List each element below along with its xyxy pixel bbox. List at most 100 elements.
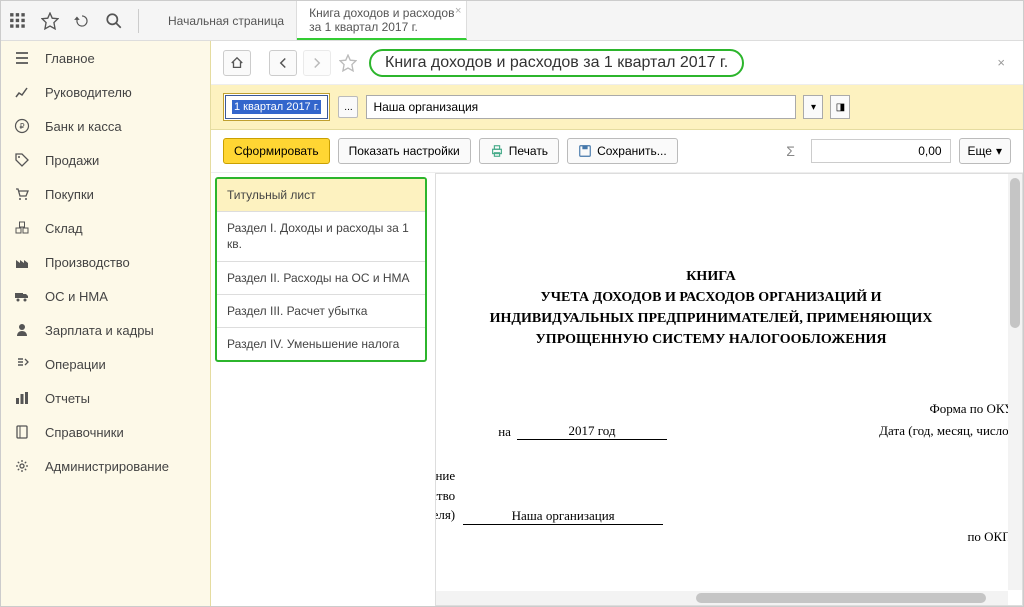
content-area: Титульный лист Раздел I. Доходы и расход… xyxy=(211,173,1023,606)
period-picker-button[interactable]: ... xyxy=(338,96,358,118)
toc-item-section1[interactable]: Раздел I. Доходы и расходы за 1 кв. xyxy=(217,212,425,261)
ref-line: Ро xyxy=(435,210,1023,226)
boxes-icon xyxy=(13,219,31,237)
sidebar-item-warehouse[interactable]: Склад xyxy=(1,211,210,245)
document: к Приказу Ми Ро КНИГА УЧЕТА ДОХОДОВ И РА… xyxy=(435,174,1023,567)
cart-icon xyxy=(13,185,31,203)
toc-item-section3[interactable]: Раздел III. Расчет убытка xyxy=(217,295,425,328)
search-icon[interactable] xyxy=(102,9,126,33)
filter-bar: 1 квартал 2017 г. ... Наша организация ▾… xyxy=(211,85,1023,130)
toc-item-section4[interactable]: Раздел IV. Уменьшение налога xyxy=(217,328,425,360)
save-label: Сохранить... xyxy=(597,144,667,158)
sigma-icon: Σ xyxy=(779,143,803,159)
vertical-scrollbar[interactable] xyxy=(1008,174,1022,590)
page-title: Книга доходов и расходов за 1 квартал 20… xyxy=(369,49,744,77)
sidebar-item-admin[interactable]: Администрирование xyxy=(1,449,210,483)
history-icon[interactable] xyxy=(70,9,94,33)
home-button[interactable] xyxy=(223,50,251,76)
year-field: 2017 год xyxy=(517,423,667,440)
sidebar-item-payroll[interactable]: Зарплата и кадры xyxy=(1,313,210,347)
sidebar-item-label: Зарплата и кадры xyxy=(45,323,154,338)
sidebar: Главное Руководителю ₽ Банк и касса Прода… xyxy=(1,41,211,606)
close-icon[interactable]: × xyxy=(455,5,461,17)
main: Книга доходов и расходов за 1 квартал 20… xyxy=(211,41,1023,606)
sidebar-item-label: Отчеты xyxy=(45,391,90,406)
more-button[interactable]: Еще▾ xyxy=(959,138,1011,164)
print-button[interactable]: Печать xyxy=(479,138,559,164)
show-settings-button[interactable]: Показать настройки xyxy=(338,138,471,164)
action-bar: Сформировать Показать настройки Печать С… xyxy=(211,130,1023,173)
gear-icon xyxy=(13,457,31,475)
sidebar-item-operations[interactable]: Операции xyxy=(1,347,210,381)
menu-icon xyxy=(13,49,31,67)
save-button[interactable]: Сохранить... xyxy=(567,138,678,164)
document-viewport: к Приказу Ми Ро КНИГА УЧЕТА ДОХОДОВ И РА… xyxy=(435,173,1023,606)
subtitle: УПРОЩЕННУЮ СИСТЕМУ НАЛОГООБЛОЖЕНИЯ xyxy=(435,329,1023,350)
sidebar-item-assets[interactable]: ОС и НМА xyxy=(1,279,210,313)
tab-label: Книга доходов и расходов xyxy=(309,6,454,20)
sidebar-item-references[interactable]: Справочники xyxy=(1,415,210,449)
reference-text: к Приказу Ми Ро xyxy=(435,194,1023,226)
sidebar-item-label: Банк и касса xyxy=(45,119,122,134)
sidebar-item-main[interactable]: Главное xyxy=(1,41,210,75)
more-label: Еще xyxy=(968,144,992,158)
subtitle: ИНДИВИДУАЛЬНЫХ ПРЕДПРИНИМАТЕЛЕЙ, ПРИМЕНЯ… xyxy=(435,308,1023,329)
person-icon xyxy=(13,321,31,339)
year-prefix: на xyxy=(498,424,511,440)
tab-label: за 1 квартал 2017 г. xyxy=(309,20,454,34)
back-button[interactable] xyxy=(269,50,297,76)
header-row: Книга доходов и расходов за 1 квартал 20… xyxy=(211,41,1023,85)
sidebar-item-label: Производство xyxy=(45,255,130,270)
sidebar-item-label: Администрирование xyxy=(45,459,169,474)
sidebar-item-bank[interactable]: ₽ Банк и касса xyxy=(1,109,210,143)
ref-line: к Приказу Ми xyxy=(435,194,1023,210)
sidebar-item-label: Руководителю xyxy=(45,85,132,100)
sidebar-item-label: Справочники xyxy=(45,425,124,440)
apps-icon[interactable] xyxy=(6,9,30,33)
sidebar-item-label: ОС и НМА xyxy=(45,289,108,304)
sum-display: 0,00 xyxy=(811,139,951,163)
sidebar-item-label: Продажи xyxy=(45,153,99,168)
toc: Титульный лист Раздел I. Доходы и расход… xyxy=(215,177,427,362)
period-value: 1 квартал 2017 г. xyxy=(232,100,321,114)
print-label: Печать xyxy=(509,144,548,158)
factory-icon xyxy=(13,253,31,271)
sidebar-item-label: Покупки xyxy=(45,187,94,202)
toc-item-section2[interactable]: Раздел II. Расходы на ОС и НМА xyxy=(217,262,425,295)
svg-text:₽: ₽ xyxy=(19,122,24,131)
period-input[interactable]: 1 квартал 2017 г. xyxy=(225,95,328,119)
operations-icon xyxy=(13,355,31,373)
subtitle: УЧЕТА ДОХОДОВ И РАСХОДОВ ОРГАНИЗАЦИЙ И xyxy=(435,287,1023,308)
close-icon[interactable]: × xyxy=(991,55,1011,70)
taxpayer-labels: ательщик (наименование ии/фамилия, имя, … xyxy=(435,466,455,525)
heading: КНИГА xyxy=(435,266,1023,287)
form-button[interactable]: Сформировать xyxy=(223,138,330,164)
date-label: Дата (год, месяц, число) xyxy=(879,423,1013,439)
tab-label: Начальная страница xyxy=(168,14,284,28)
favorite-icon[interactable] xyxy=(337,52,359,74)
open-icon[interactable]: ◨ xyxy=(830,95,850,119)
dropdown-icon[interactable]: ▾ xyxy=(803,95,823,119)
sidebar-item-production[interactable]: Производство xyxy=(1,245,210,279)
top-toolbar: Начальная страница Книга доходов и расхо… xyxy=(1,1,1023,41)
org-value: Наша организация xyxy=(373,100,478,114)
forward-button[interactable] xyxy=(303,50,331,76)
tab-report[interactable]: Книга доходов и расходов за 1 квартал 20… xyxy=(297,1,467,40)
sidebar-item-reports[interactable]: Отчеты xyxy=(1,381,210,415)
ruble-icon: ₽ xyxy=(13,117,31,135)
chart-icon xyxy=(13,83,31,101)
sidebar-item-manager[interactable]: Руководителю xyxy=(1,75,210,109)
period-input-wrap: 1 квартал 2017 г. xyxy=(223,93,330,121)
toc-item-title[interactable]: Титульный лист xyxy=(217,179,425,212)
star-icon[interactable] xyxy=(38,9,62,33)
org-select[interactable]: Наша организация xyxy=(366,95,796,119)
bars-icon xyxy=(13,389,31,407)
horizontal-scrollbar[interactable] xyxy=(436,591,1008,605)
sidebar-item-sales[interactable]: Продажи xyxy=(1,143,210,177)
book-icon xyxy=(13,423,31,441)
sidebar-item-purchases[interactable]: Покупки xyxy=(1,177,210,211)
taxpayer-field: Наша организация xyxy=(463,508,663,525)
sidebar-item-label: Склад xyxy=(45,221,83,236)
sidebar-item-label: Главное xyxy=(45,51,95,66)
tab-home[interactable]: Начальная страница xyxy=(156,1,297,40)
